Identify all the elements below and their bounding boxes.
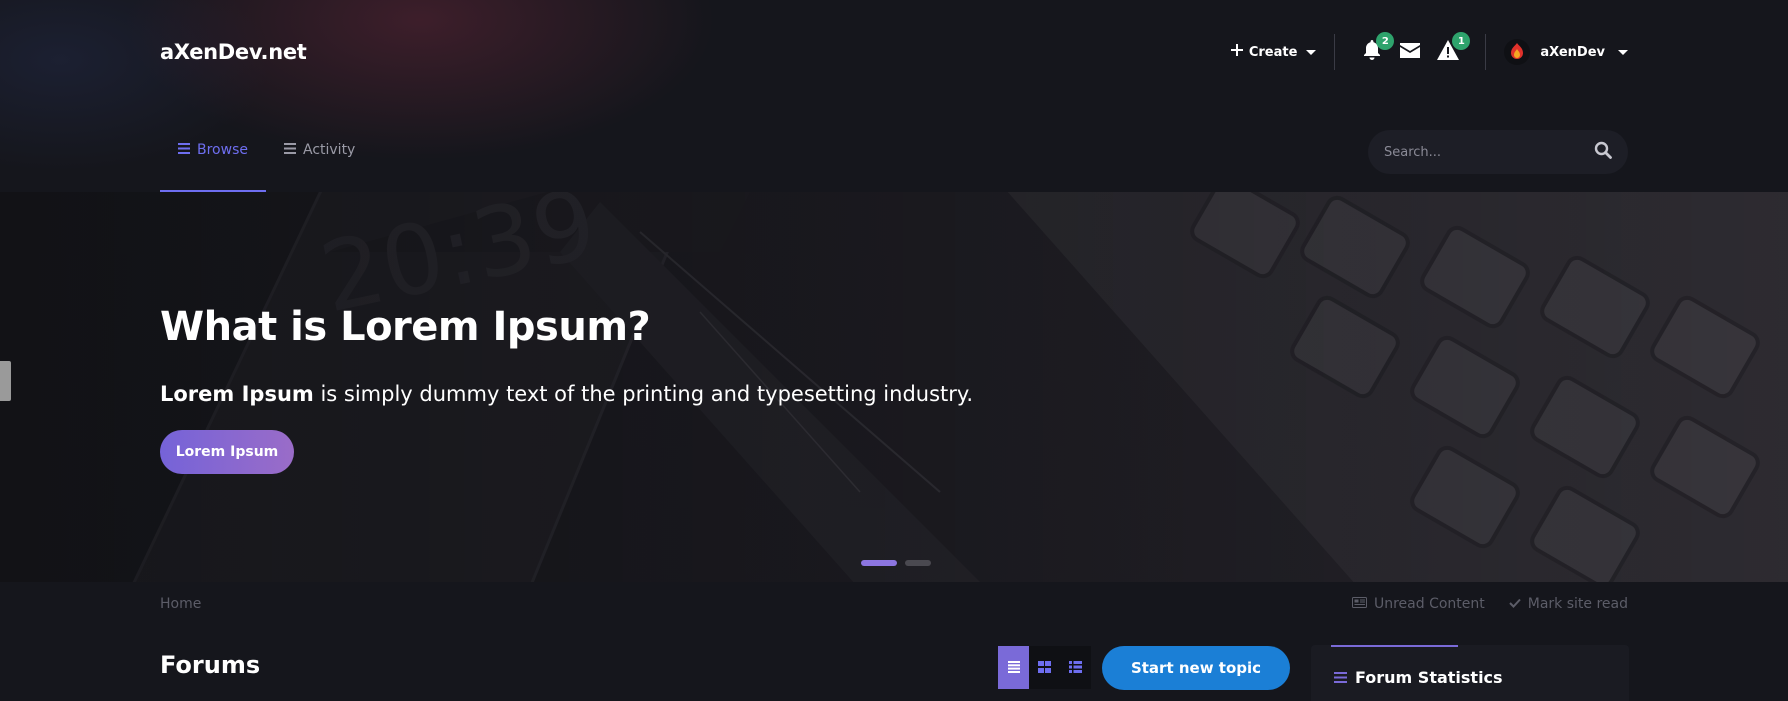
username: aXenDev: [1540, 44, 1605, 60]
hero-text: Lorem Ipsum is simply dummy text of the …: [160, 382, 973, 406]
carousel-dot-2[interactable]: [905, 560, 931, 566]
hero-title: What is Lorem Ipsum?: [160, 304, 651, 350]
notifications-badge: 2: [1376, 32, 1395, 50]
menu-icon: [1334, 668, 1347, 687]
forum-statistics-widget: Forum Statistics: [1311, 645, 1629, 701]
user-menu[interactable]: aXenDev: [1504, 39, 1628, 65]
newspaper-icon: [1351, 596, 1367, 612]
search-box: [1368, 130, 1628, 174]
reports-button[interactable]: 1: [1436, 32, 1471, 64]
widget-title: Forum Statistics: [1334, 668, 1503, 687]
carousel-pagination: [861, 560, 931, 566]
menu-icon: [283, 142, 296, 158]
view-grid-button[interactable]: [1029, 646, 1060, 689]
view-fluid-button[interactable]: [1060, 646, 1091, 689]
widget-title-label: Forum Statistics: [1355, 668, 1503, 687]
start-new-topic-button[interactable]: Start new topic: [1102, 646, 1290, 690]
notifications-button[interactable]: 2: [1360, 32, 1395, 64]
tab-label: Browse: [197, 142, 248, 158]
main-nav: Browse Activity: [160, 132, 373, 192]
hero-text-rest: is simply dummy text of the printing and…: [313, 382, 974, 406]
breadcrumb-actions: Unread Content Mark site read: [1351, 596, 1628, 612]
page-title: Forums: [160, 651, 261, 679]
create-button[interactable]: Create: [1230, 44, 1317, 60]
tab-label: Activity: [302, 142, 356, 158]
envelope-icon: [1400, 42, 1421, 62]
detailed-list-icon: [1069, 658, 1082, 677]
grid-icon: [1038, 658, 1051, 677]
widget-accent-bar: [1331, 645, 1458, 647]
side-drawer-handle[interactable]: [0, 361, 11, 401]
site-logo[interactable]: aXenDev.net: [160, 40, 307, 64]
reports-badge: 1: [1452, 32, 1471, 50]
view-mode-toggle: [998, 646, 1091, 689]
site-header: aXenDev.net Create 2 1 aXenDev Browse Ac…: [0, 0, 1788, 192]
hero-text-bold: Lorem Ipsum: [160, 382, 314, 406]
avatar: [1504, 39, 1531, 65]
create-label: Create: [1248, 44, 1298, 60]
unread-content-label: Unread Content: [1373, 596, 1485, 612]
user-bar: Create 2 1 aXenDev: [1230, 30, 1628, 74]
carousel-dot-1[interactable]: [861, 560, 897, 566]
messages-button[interactable]: [1398, 40, 1422, 64]
menu-icon: [178, 142, 190, 158]
search-icon[interactable]: [1594, 141, 1612, 163]
divider: [1334, 34, 1336, 70]
tab-browse[interactable]: Browse: [160, 132, 266, 192]
check-icon: [1509, 596, 1521, 612]
search-input[interactable]: [1384, 144, 1594, 160]
plus-icon: [1230, 44, 1243, 60]
list-icon: [1007, 658, 1020, 677]
mark-site-read-link[interactable]: Mark site read: [1509, 596, 1628, 612]
chevron-down-icon: [1306, 49, 1317, 55]
hero-carousel: 20:39 What is Lorem Ipsum? Lorem Ipsum i…: [0, 192, 1788, 582]
unread-content-link[interactable]: Unread Content: [1351, 596, 1485, 612]
breadcrumb-home[interactable]: Home: [160, 596, 201, 612]
divider: [1485, 34, 1487, 70]
hero-button[interactable]: Lorem Ipsum: [160, 430, 294, 474]
tab-activity[interactable]: Activity: [266, 132, 373, 192]
mark-site-read-label: Mark site read: [1527, 596, 1628, 612]
breadcrumb: Home: [160, 596, 201, 612]
chevron-down-icon: [1618, 49, 1628, 55]
view-table-button[interactable]: [998, 646, 1029, 689]
